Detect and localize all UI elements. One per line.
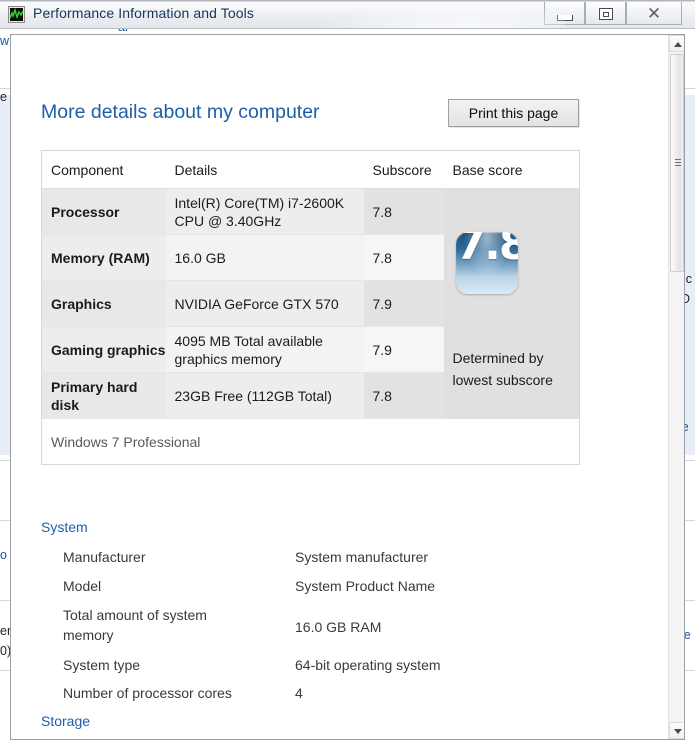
row-component: Primary hard disk	[42, 373, 166, 419]
base-score-note: Determined by lowest subscore	[453, 347, 573, 391]
scroll-down-arrow-button[interactable]	[669, 722, 685, 739]
page-body: More details about my computer Print thi…	[11, 35, 653, 739]
detail-value: 16.0 GB RAM	[295, 617, 381, 637]
section-title: System	[41, 519, 96, 535]
section-header-system: System	[41, 519, 580, 537]
performance-information-window: Performance Information and Tools ✕ More…	[0, 0, 695, 750]
maximize-button[interactable]	[585, 2, 626, 25]
vertical-scrollbar[interactable]	[668, 35, 684, 739]
row-details: 16.0 GB	[166, 235, 364, 281]
detail-key: Model	[63, 576, 268, 596]
print-this-page-button[interactable]: Print this page	[448, 99, 579, 127]
row-details: 4095 MB Total available graphics memory	[166, 327, 364, 373]
table-row: Processor Intel(R) Core(TM) i7-2600K CPU…	[42, 189, 580, 235]
column-header-details: Details	[166, 151, 364, 189]
close-icon: ✕	[645, 6, 663, 22]
row-subscore: 7.8	[364, 235, 444, 281]
content-scroll-host: More details about my computer Print thi…	[10, 34, 685, 740]
row-subscore: 7.8	[364, 189, 444, 235]
window-titlebar[interactable]: Performance Information and Tools ✕	[0, 0, 695, 29]
base-score-badge: 7.8	[456, 232, 518, 294]
detail-key: Total amount of system memory	[63, 605, 238, 645]
row-details: Intel(R) Core(TM) i7-2600K CPU @ 3.40GHz	[166, 189, 364, 235]
detail-key: Manufacturer	[63, 547, 268, 567]
detail-value: 64-bit operating system	[295, 655, 441, 675]
base-score-cell: 7.8 Determined by lowest subscore	[444, 189, 580, 419]
table-header-row: Component Details Subscore Base score	[42, 151, 580, 189]
row-subscore: 7.8	[364, 373, 444, 419]
detail-key: Total size of hard disk(s)	[63, 738, 268, 739]
base-score-value: 7.8	[456, 236, 518, 254]
row-details: NVIDIA GeForce GTX 570	[166, 281, 364, 327]
scroll-up-arrow-button[interactable]	[669, 35, 685, 52]
content-inner: More details about my computer Print thi…	[11, 35, 669, 739]
detail-key: Number of processor cores	[63, 683, 268, 703]
column-header-base-score: Base score	[444, 151, 580, 189]
minimize-icon	[557, 15, 573, 21]
maximize-icon	[599, 8, 613, 20]
page-title: More details about my computer	[41, 101, 320, 124]
scrollbar-thumb[interactable]	[670, 54, 684, 272]
row-component: Graphics	[42, 281, 166, 327]
row-subscore: 7.9	[364, 281, 444, 327]
detail-value: 4	[295, 683, 303, 703]
row-component: Memory (RAM)	[42, 235, 166, 281]
table-row-os-caption: Windows 7 Professional	[42, 419, 580, 465]
detail-key: System type	[63, 655, 268, 675]
detail-value: System manufacturer	[295, 547, 428, 567]
close-button[interactable]: ✕	[626, 2, 682, 25]
os-caption: Windows 7 Professional	[42, 419, 580, 465]
row-subscore: 7.9	[364, 327, 444, 373]
windows-experience-index-table: Component Details Subscore Base score Pr…	[41, 150, 580, 465]
window-title: Performance Information and Tools	[33, 5, 254, 21]
minimize-button[interactable]	[544, 2, 585, 25]
section-title: Storage	[41, 713, 98, 729]
detail-value: System Product Name	[295, 576, 435, 596]
detail-value-highlighted: 1559 GB	[295, 738, 364, 739]
column-header-subscore: Subscore	[364, 151, 444, 189]
row-component: Processor	[42, 189, 166, 235]
row-details: 23GB Free (112GB Total)	[166, 373, 364, 419]
row-component: Gaming graphics	[42, 327, 166, 373]
performance-monitor-icon	[8, 6, 25, 23]
column-header-component: Component	[42, 151, 166, 189]
section-header-storage: Storage	[41, 713, 580, 731]
